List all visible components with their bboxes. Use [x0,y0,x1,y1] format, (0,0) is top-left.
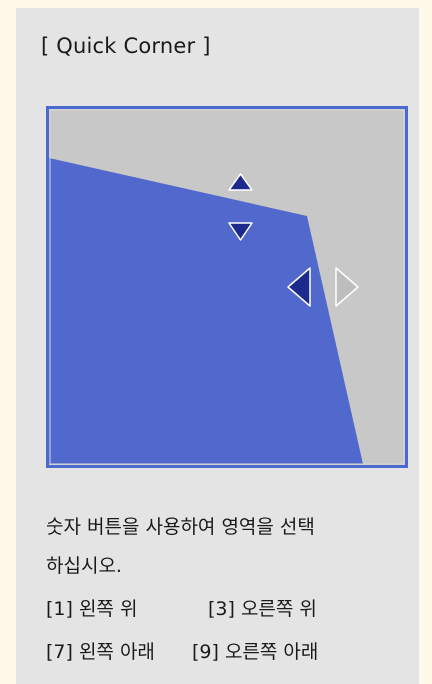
keystone-preview-graphic [46,106,408,468]
quick-corner-panel: [ Quick Corner ] 숫자 버튼을 사용하여 영역을 선택 하십시오… [16,8,419,684]
dialog-title: [ Quick Corner ] [41,34,211,58]
key-hint-top-right: [3] 오른쪽 위 [208,598,317,620]
keystone-preview[interactable] [46,106,408,468]
key-hint-top-left: [1] 왼쪽 위 [46,598,138,620]
instruction-line-1: 숫자 버튼을 사용하여 영역을 선택 [46,516,315,538]
instruction-line-2: 하십시오. [46,555,122,577]
key-hints-row-bottom: [7] 왼쪽 아래 [9] 오른쪽 아래 [46,640,318,664]
key-hint-bottom-right: [9] 오른쪽 아래 [192,641,319,663]
key-hint-bottom-left: [7] 왼쪽 아래 [46,641,155,663]
key-hints-row-top: [1] 왼쪽 위 [3] 오른쪽 위 [46,597,317,621]
